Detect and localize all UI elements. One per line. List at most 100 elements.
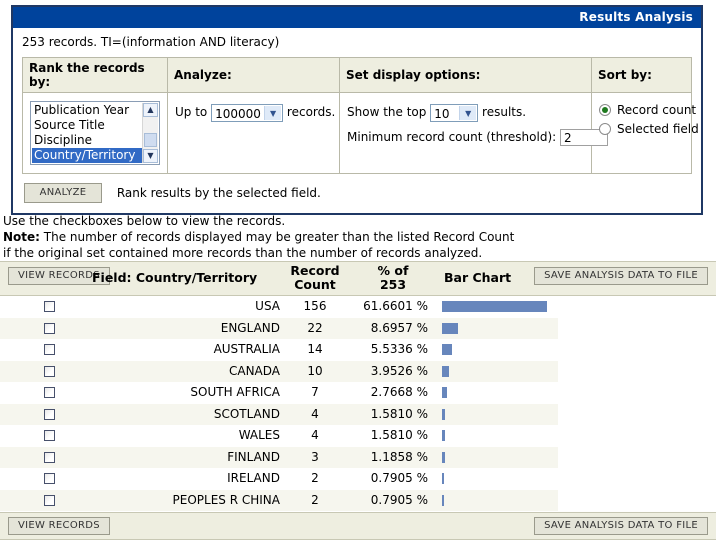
row-checkbox[interactable] — [44, 430, 55, 441]
table-row: USA 156 61.6601 % — [0, 296, 558, 318]
row-record-count: 14 — [307, 342, 323, 356]
display-options-cell: Show the top 10 ▼ results. Minimum recor… — [339, 92, 608, 174]
caret-down-icon[interactable]: ▼ — [143, 149, 158, 163]
column-header-bar-chart: Bar Chart — [444, 270, 512, 285]
row-percent: 0.7905 % — [370, 492, 428, 507]
chevron-down-icon[interactable]: ▼ — [264, 105, 282, 120]
records-limit-select[interactable]: 100000 ▼ — [211, 103, 284, 122]
row-checkbox[interactable] — [44, 451, 55, 463]
rank-by-listbox[interactable]: Publication Year Source Title Discipline… — [30, 101, 160, 165]
row-checkbox[interactable] — [44, 344, 55, 355]
row-bar — [442, 365, 449, 377]
row-checkbox[interactable] — [44, 473, 55, 484]
instructions-note-line: Note: The number of records displayed ma… — [3, 229, 713, 245]
analyze-hint-text: Rank results by the selected field. — [116, 186, 321, 200]
row-bar — [442, 473, 444, 484]
sort-option-selected-field-label: Selected field — [617, 122, 699, 136]
rank-option-discipline[interactable]: Discipline — [32, 133, 144, 148]
analyze-prefix-label: Up to — [175, 105, 208, 119]
row-percent: 1.5810 % — [370, 406, 428, 421]
row-bar — [442, 451, 445, 463]
row-record-count: 3 — [311, 449, 319, 464]
show-top-suffix-label: results. — [482, 105, 527, 119]
table-row: SCOTLAND 4 1.5810 % — [0, 403, 558, 425]
row-field-value: SOUTH AFRICA — [190, 385, 280, 399]
results-rows: USA 156 61.6601 % ENGLAND 22 8.6957 % AUSTRALI… — [0, 296, 716, 511]
analyze-button[interactable]: ANALYZE — [24, 183, 102, 203]
row-field-value: IRELAND — [227, 471, 280, 485]
row-checkbox[interactable] — [44, 365, 55, 377]
note-text: The number of records displayed may be g… — [39, 230, 515, 244]
row-percent: 61.6601 % — [363, 299, 428, 313]
note-label: Note: — [3, 230, 40, 244]
row-percent: 2.7668 % — [370, 385, 428, 399]
table-row: FINLAND 3 1.1858 % — [0, 446, 558, 468]
col-header-analyze: Analyze: — [167, 57, 340, 93]
table-row: WALES 4 1.5810 % — [0, 425, 558, 447]
col-header-display-options: Set display options: — [339, 57, 592, 93]
column-header-percent: % of 253 — [377, 263, 409, 292]
sort-by-cell: Record count Selected field — [591, 92, 699, 174]
row-percent: 8.6957 % — [370, 320, 428, 335]
row-field-value: FINLAND — [227, 449, 280, 464]
radio-unselected-icon[interactable] — [599, 123, 611, 135]
instructions-block: Use the checkboxes below to view the rec… — [3, 213, 713, 261]
column-header-field: Field: Country/Territory — [92, 270, 258, 285]
panel-title: Results Analysis — [13, 7, 701, 28]
row-percent: 1.1858 % — [370, 449, 428, 464]
view-records-button-bottom[interactable]: VIEW RECORDS — [8, 517, 110, 535]
row-bar — [442, 430, 445, 441]
scrollbar-thumb[interactable] — [144, 133, 157, 147]
row-record-count: 2 — [311, 471, 319, 485]
row-checkbox[interactable] — [44, 494, 55, 506]
row-record-count: 22 — [307, 320, 323, 335]
analyze-suffix-label: records. — [286, 105, 336, 119]
row-record-count: 7 — [311, 385, 319, 399]
listbox-scrollbar[interactable]: ▲ ▼ — [142, 103, 158, 163]
show-top-select[interactable]: 10 ▼ — [430, 103, 479, 122]
table-row: SOUTH AFRICA 7 2.7668 % — [0, 382, 558, 404]
row-record-count: 10 — [307, 363, 323, 378]
row-checkbox[interactable] — [44, 408, 55, 420]
sort-option-selected-field[interactable]: Selected field — [599, 120, 699, 139]
sort-option-record-count[interactable]: Record count — [599, 101, 696, 120]
results-analysis-panel: Results Analysis 253 records. TI=(inform… — [11, 5, 703, 215]
instructions-line-3: if the original set contained more recor… — [3, 246, 483, 260]
row-checkbox[interactable] — [44, 322, 55, 334]
row-bar — [442, 344, 452, 355]
analysis-options-table: Rank the records by: Analyze: Set displa… — [22, 57, 699, 174]
rank-option-country-territory[interactable]: Country/Territory — [32, 148, 144, 163]
threshold-label: Minimum record count (threshold): — [347, 130, 557, 144]
records-limit-value: 100000 — [215, 106, 261, 121]
results-table-header: VIEW RECORDS Field: Country/Territory Re… — [0, 261, 716, 296]
table-row: ENGLAND 22 8.6957 % — [0, 317, 558, 339]
analyze-cell: Up to 100000 ▼ records. — [167, 92, 340, 174]
row-bar — [442, 301, 547, 312]
show-top-prefix-label: Show the top — [347, 105, 427, 119]
table-row: AUSTRALIA 14 5.5336 % — [0, 339, 558, 361]
rank-option-publication-year[interactable]: Publication Year — [32, 103, 144, 118]
sort-option-record-count-label: Record count — [617, 103, 697, 117]
col-header-rank-by: Rank the records by: — [22, 57, 168, 93]
rank-by-cell: Publication Year Source Title Discipline… — [22, 92, 168, 174]
row-field-value: USA — [255, 299, 280, 313]
save-analysis-button-bottom[interactable]: SAVE ANALYSIS DATA TO FILE — [534, 517, 708, 535]
caret-up-icon[interactable]: ▲ — [143, 103, 158, 117]
table-row: IRELAND 2 0.7905 % — [0, 468, 558, 490]
row-checkbox[interactable] — [44, 301, 55, 312]
row-checkbox[interactable] — [44, 387, 55, 398]
row-field-value: SCOTLAND — [213, 406, 280, 421]
row-record-count: 156 — [303, 299, 327, 313]
table-row: CANADA 10 3.9526 % — [0, 360, 558, 382]
row-bar — [442, 387, 447, 398]
row-field-value: ENGLAND — [220, 320, 280, 335]
row-bar — [442, 408, 445, 420]
row-field-value: PEOPLES R CHINA — [172, 492, 280, 507]
chevron-down-icon[interactable]: ▼ — [459, 105, 477, 120]
table-row: PEOPLES R CHINA 2 0.7905 % — [0, 489, 558, 511]
save-analysis-button-top[interactable]: SAVE ANALYSIS DATA TO FILE — [534, 267, 708, 285]
query-summary: 253 records. TI=(information AND literac… — [22, 35, 280, 49]
results-table: VIEW RECORDS Field: Country/Territory Re… — [0, 261, 716, 540]
rank-option-source-title[interactable]: Source Title — [32, 118, 144, 133]
radio-selected-icon[interactable] — [599, 104, 611, 116]
